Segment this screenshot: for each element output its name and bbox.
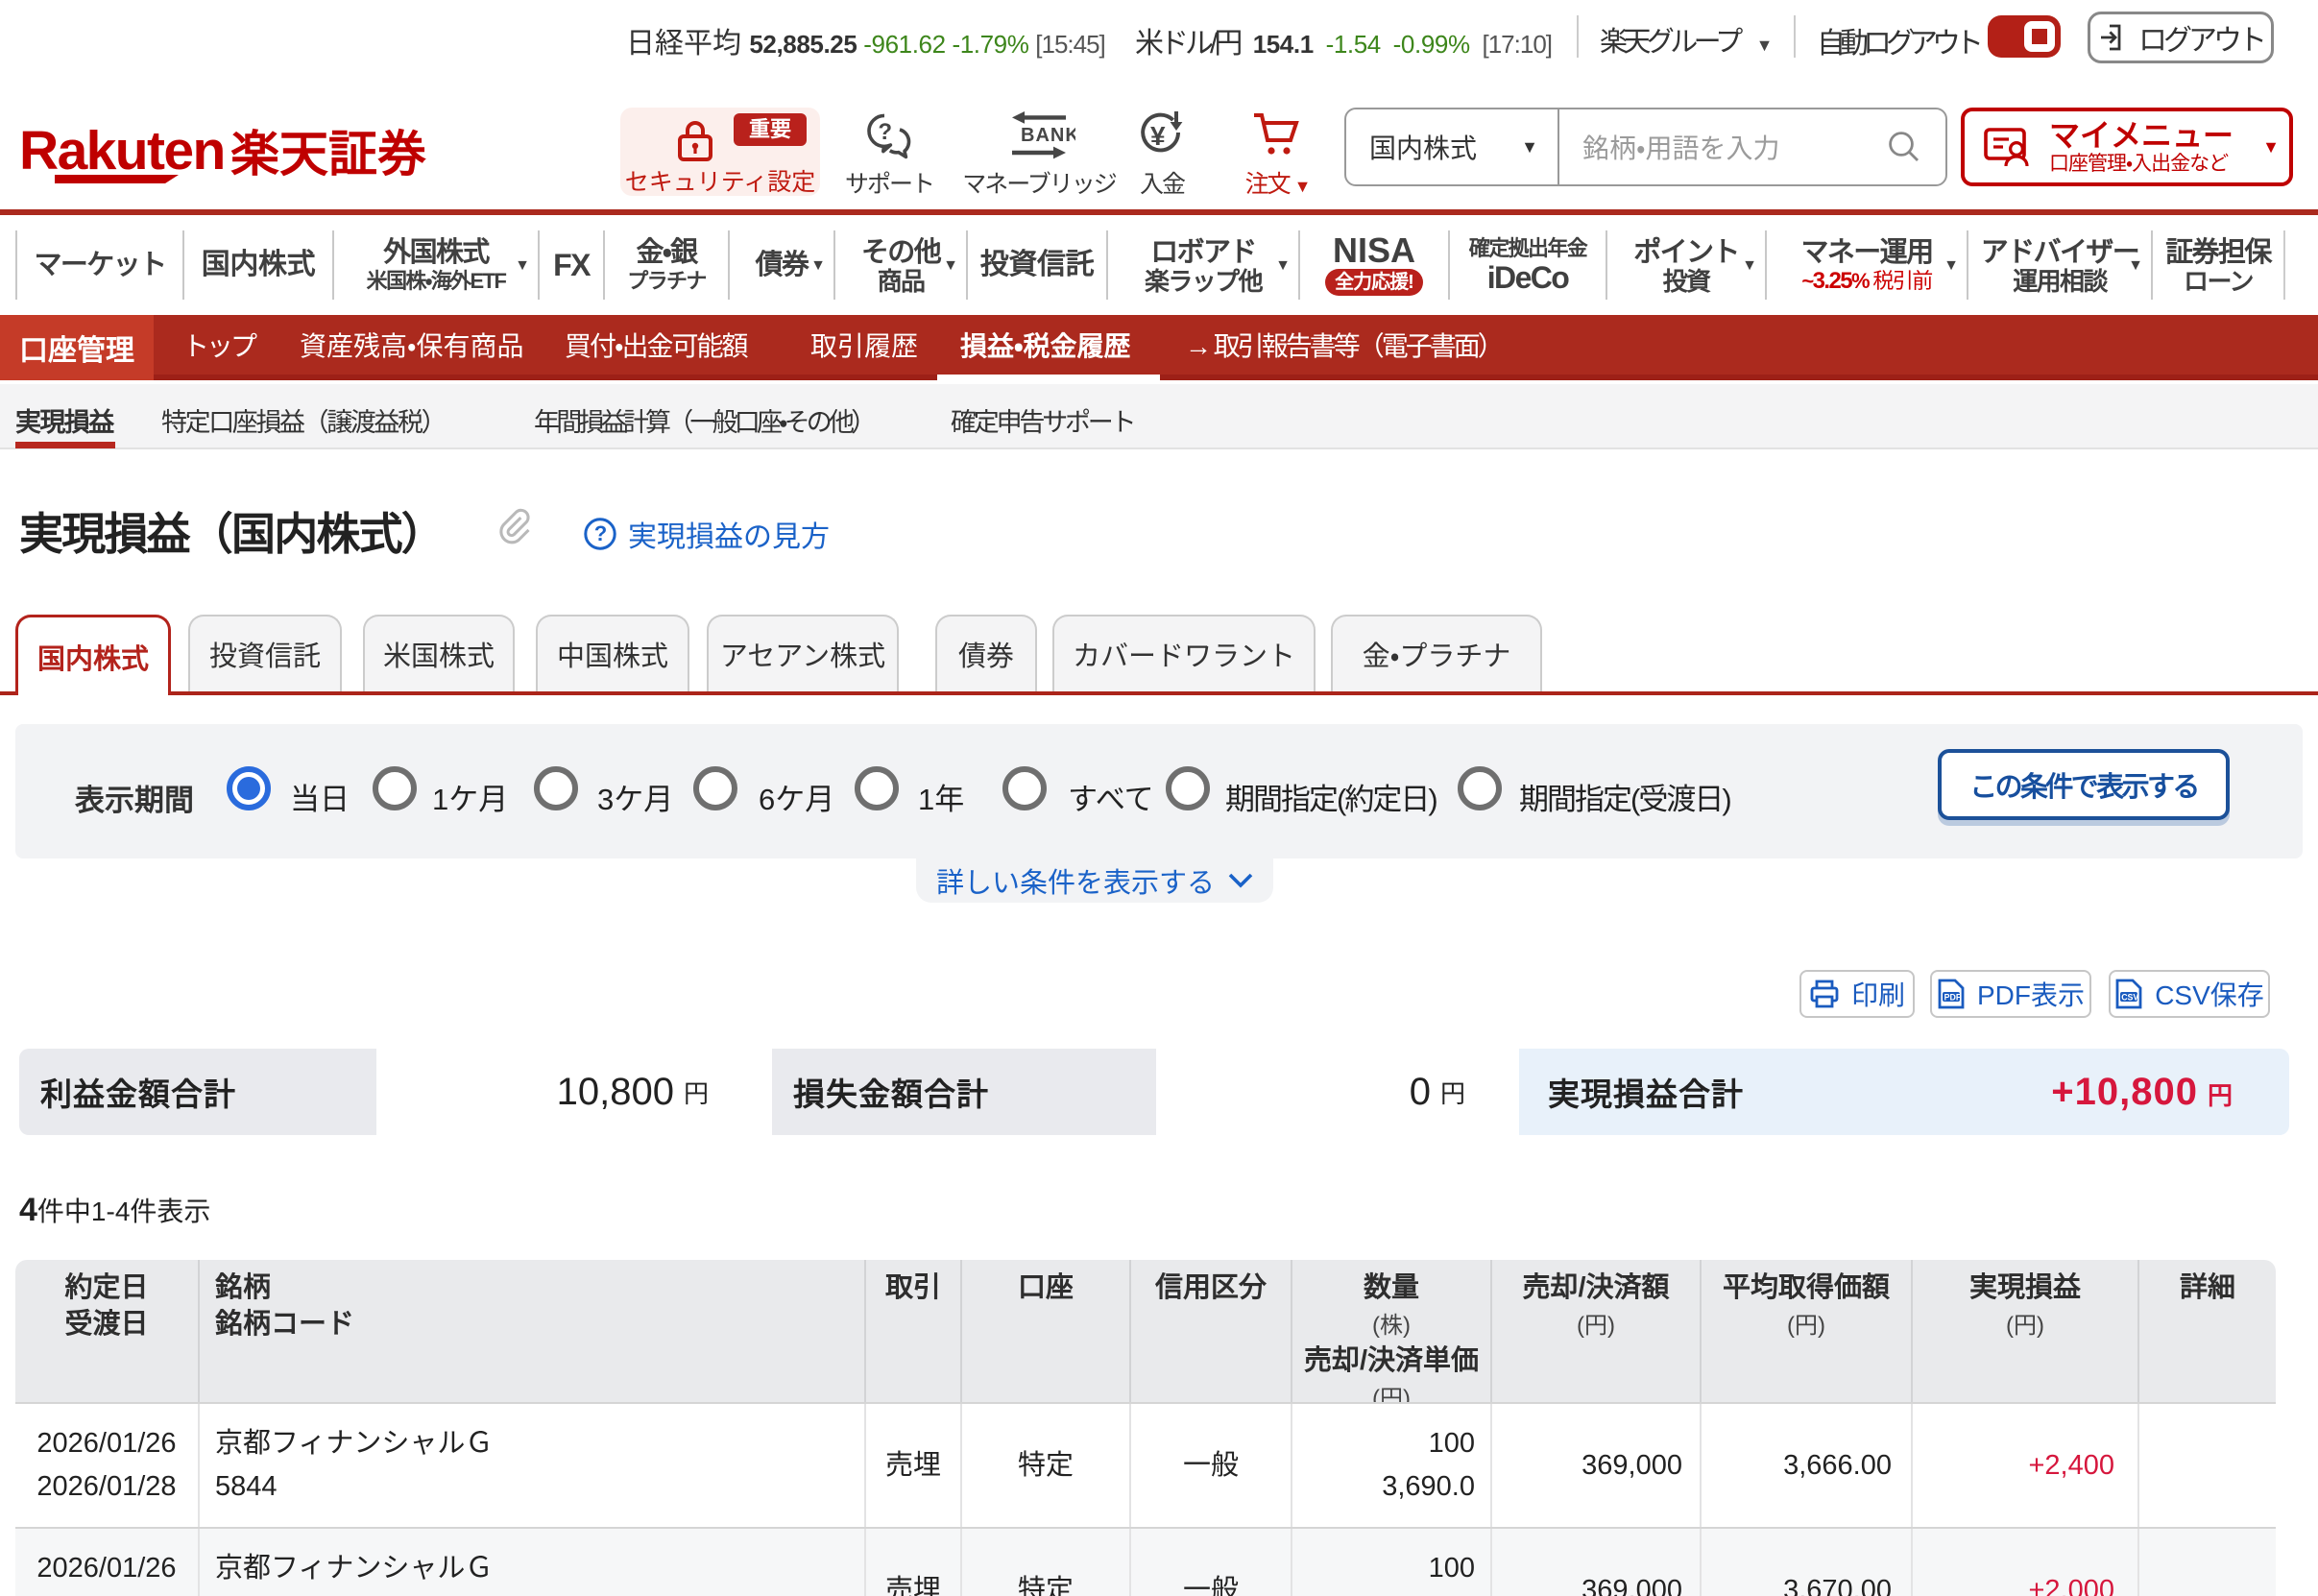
svg-text:楽天証券: 楽天証券 (230, 127, 426, 181)
svg-text:CSV: CSV (2121, 992, 2138, 1002)
svg-text:?: ? (594, 521, 607, 545)
svg-text:¥: ¥ (1150, 121, 1166, 151)
svg-text:PDF: PDF (1944, 992, 1962, 1002)
svg-text:BANK: BANK (1021, 125, 1075, 146)
svg-text:Rakuten: Rakuten (19, 120, 225, 181)
svg-text:?: ? (878, 119, 891, 145)
